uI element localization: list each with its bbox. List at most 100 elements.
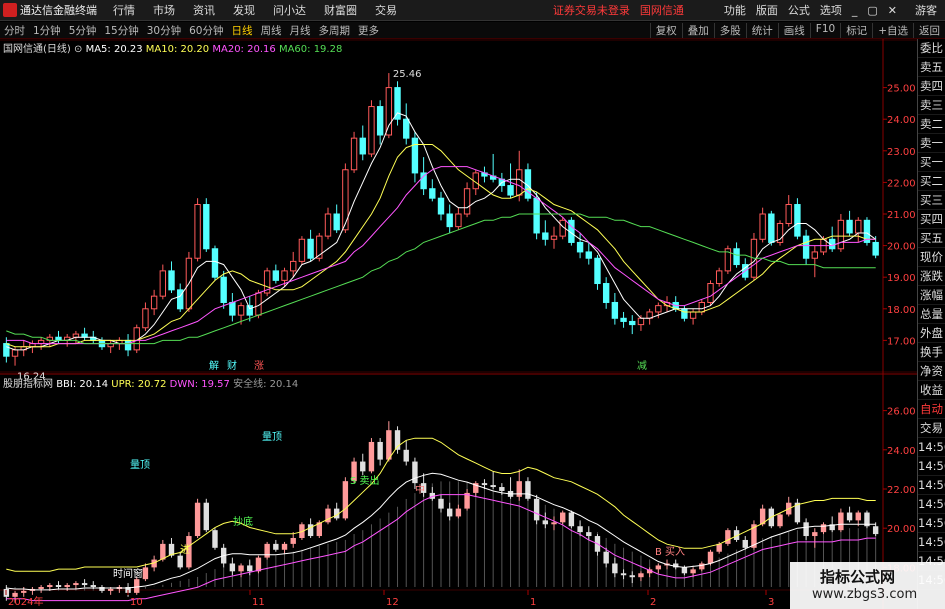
sidebar-item-15: 外盘 [918,324,945,343]
sub-candle-body [820,524,827,533]
sub-candle-body [229,563,236,572]
candle-body [542,232,549,240]
menu-options[interactable]: 选项 [820,2,842,18]
sub-candle-body [655,565,662,570]
menu-wealth[interactable]: 财富圈 [324,2,357,18]
statistics-button[interactable]: 统计 [745,22,778,38]
sub-candle-body [490,485,496,488]
tab-weekly[interactable]: 周线 [257,23,286,38]
candle-body [3,343,10,357]
ma60-label: MA60: [278,44,311,55]
candle-body [368,106,375,155]
restore-rights-button[interactable]: 复权 [649,22,682,38]
sub-candle-body [55,585,62,587]
watermark-title: 指标公式网 [820,568,896,586]
main-y-tick-label: 25.00 [887,84,916,95]
tab-daily[interactable]: 日线 [228,23,257,38]
overlay-button[interactable]: 叠加 [681,22,714,38]
x-axis-label-1: 10 [130,597,143,608]
sidebar-item-4: 卖二 [918,115,945,134]
candle-body [455,213,462,228]
minimize-icon[interactable]: _ [852,4,858,17]
candle-body [516,169,523,196]
candle-body [837,219,845,250]
sub-candle-body [855,512,861,521]
menu-trade[interactable]: 交易 [375,2,397,18]
kline-chart[interactable]: 25.00 24.00 23.00 22.00 21.00 20.00 19.00 18.00… [0,39,917,609]
candle-body [307,238,314,259]
sidebar-item-20[interactable]: 交易 [918,419,945,438]
menu-layout[interactable]: 版面 [756,2,778,18]
sub-candle-body [551,522,557,525]
stock-name-title: 国网信通 [639,4,684,17]
maximize-icon[interactable]: ▢ [867,4,877,17]
sub-candle-body [21,590,27,593]
sidebar-item-16: 换手 [918,343,945,362]
f10-button[interactable]: F10 [809,22,840,38]
tab-5min[interactable]: 5分钟 [65,23,101,38]
multi-stock-button[interactable]: 多股 [713,22,746,38]
draw-line-button[interactable]: 画线 [777,22,810,38]
candle-body [168,270,175,291]
sidebar-item-21: 14:56 [918,438,945,457]
sub-candle-body [107,588,114,591]
sub-candle-body [707,551,714,564]
add-watchlist-button[interactable]: +自选 [872,22,913,38]
ma10-value: 20.20 [180,44,210,55]
sidebar-item-19[interactable]: 自动 [918,400,945,419]
tab-more[interactable]: 更多 [354,23,383,38]
sub-candle-body [777,514,783,527]
ma5-label: MA5: [85,44,111,55]
menu-formula[interactable]: 公式 [788,2,810,18]
candle-body [794,204,801,237]
sub-candle-body [212,530,218,548]
tab-30min[interactable]: 30分钟 [143,23,185,38]
sidebar-item-13: 涨幅 [918,286,945,305]
candle-body [11,349,19,357]
x-axis-label-4: 1 [530,597,536,608]
candle-body [272,270,280,281]
candle-body [281,270,288,281]
login-warning[interactable]: 证券交易未登录 [553,2,630,18]
sub-candle-body [247,565,253,572]
sub-candle-body [377,441,383,460]
menu-quotes[interactable]: 行情 [113,2,135,18]
candle-body [655,305,662,313]
candle-body [733,248,740,266]
menu-news[interactable]: 资讯 [193,2,215,18]
candle-body [759,213,766,240]
sub-candle-body [264,543,270,558]
candle-body [446,213,453,228]
sub-annotation-4: 时间窗 [113,567,143,580]
back-button[interactable]: 返回 [913,22,945,38]
candle-body [637,317,645,326]
sub-candle-body [577,526,583,533]
candle-body [220,276,227,303]
tab-60min[interactable]: 60分钟 [185,23,227,38]
tab-multi-period[interactable]: 多周期 [315,23,355,38]
sub-candle-body [838,512,844,531]
sidebar-item-3: 卖三 [918,96,945,115]
menu-market[interactable]: 市场 [153,2,175,18]
candle-body [37,339,45,345]
sub-candle-body [403,449,409,462]
tab-15min[interactable]: 15分钟 [100,23,142,38]
bbi-label: BBI: [56,379,77,390]
candle-body [150,295,158,310]
sub-candle-body [412,461,418,484]
sub-annotation-7: 中 [415,483,425,496]
menu-function[interactable]: 功能 [724,2,746,18]
mark-button[interactable]: 标记 [840,22,872,38]
menu-discover[interactable]: 发现 [233,2,255,18]
sidebar-item-18: 收益 [918,381,945,400]
candle-body [872,241,879,256]
close-icon[interactable]: ✕ [888,4,897,17]
guest-login[interactable]: 游客 [915,2,937,18]
menu-ask[interactable]: 问小达 [273,2,306,18]
tab-1min[interactable]: 1分钟 [29,23,65,38]
ma5-value: 20.23 [113,44,143,55]
candle-body [298,238,306,262]
sidebar-item-9: 买四 [918,210,945,229]
tab-intraday[interactable]: 分时 [0,23,29,38]
tab-monthly[interactable]: 月线 [286,23,315,38]
